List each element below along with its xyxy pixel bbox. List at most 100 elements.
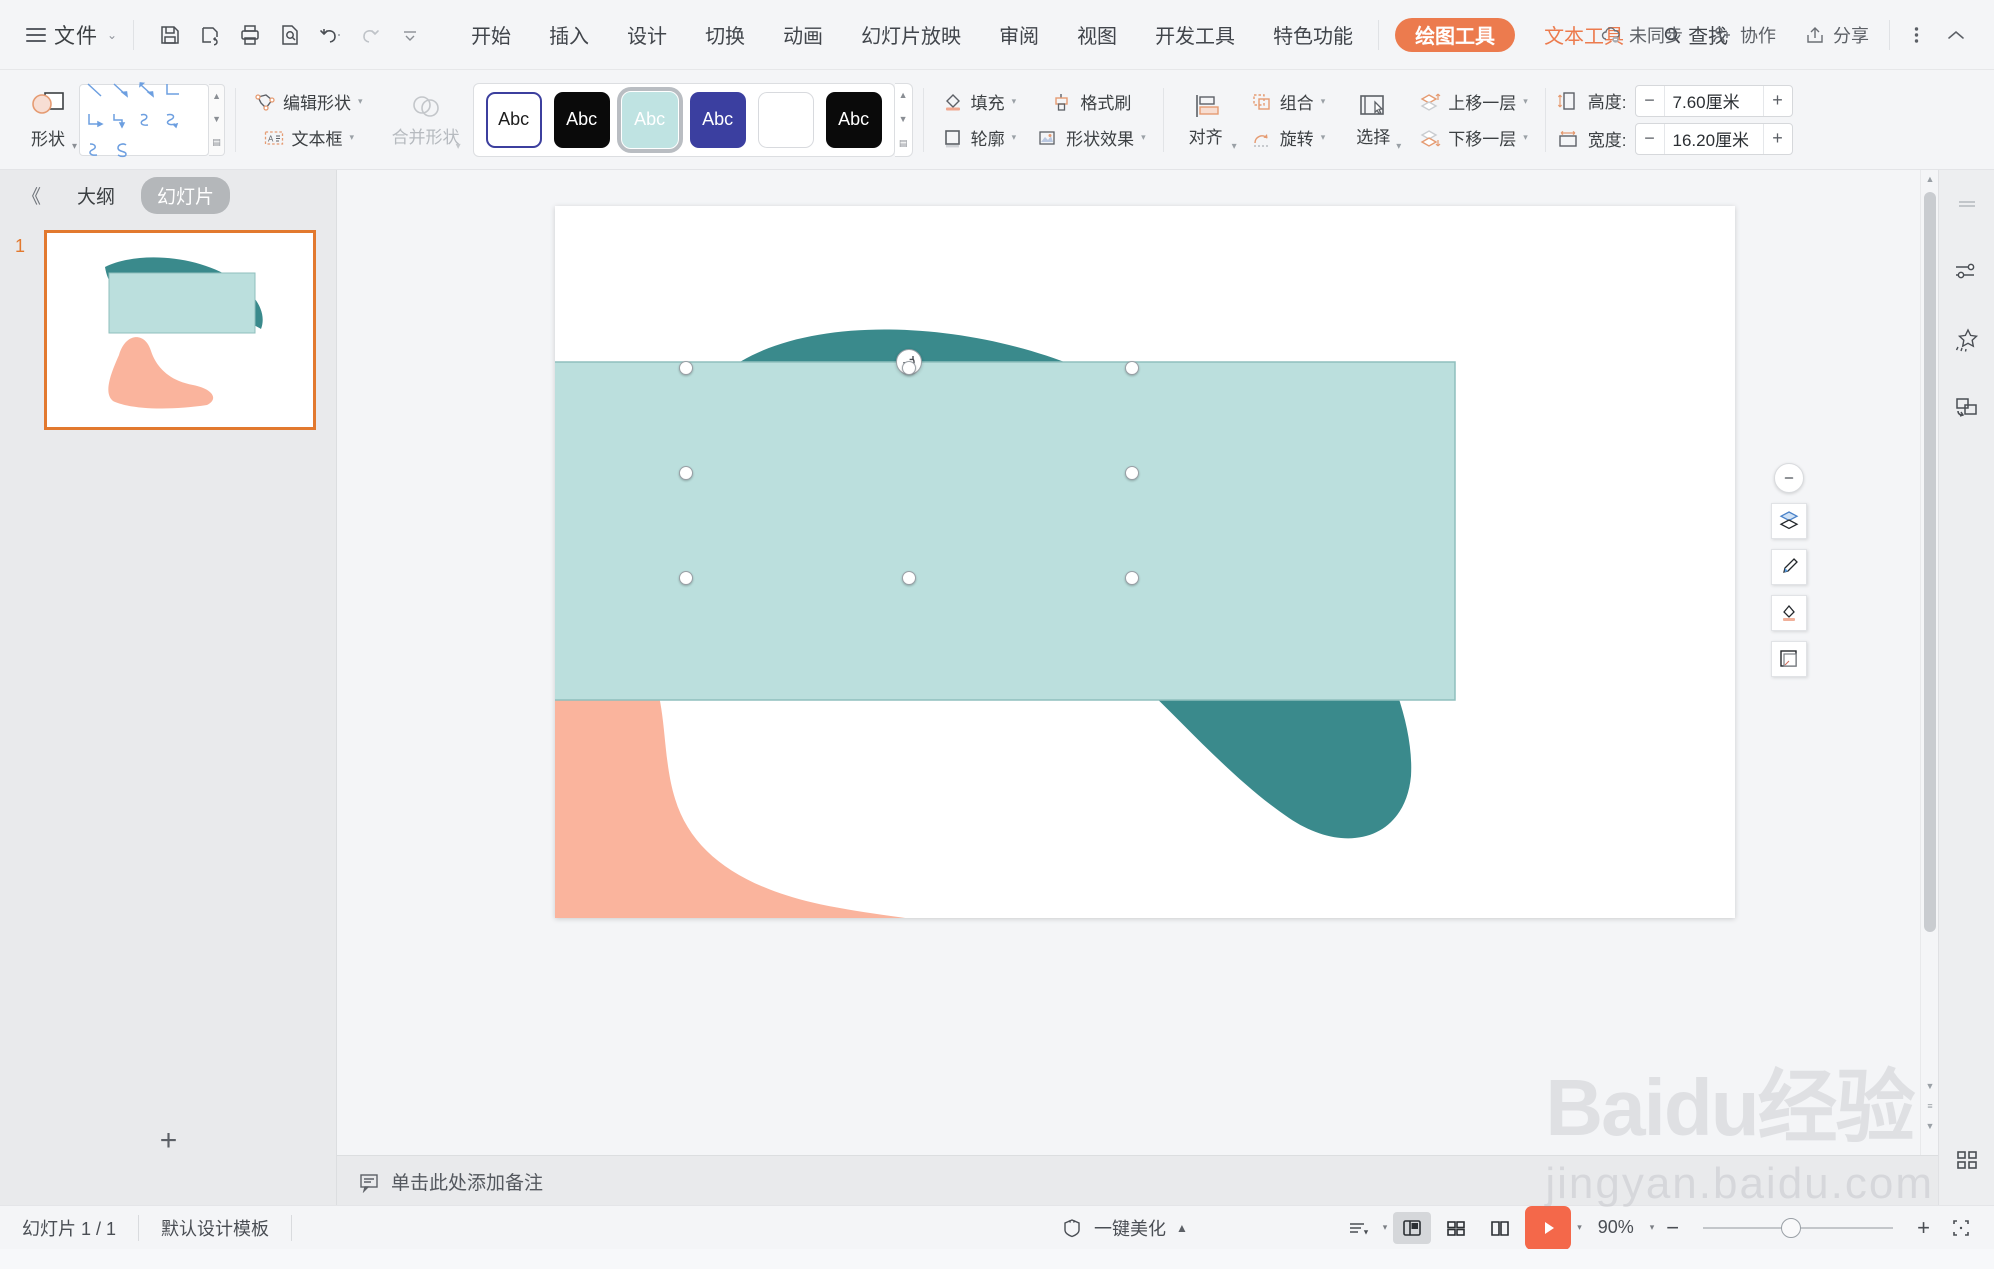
view-normal-button[interactable] bbox=[1393, 1211, 1432, 1244]
align-button[interactable]: 对齐 bbox=[1174, 87, 1238, 152]
shape-line-arrow[interactable] bbox=[108, 75, 134, 105]
scroll-page-down-icon[interactable]: ≡ bbox=[1921, 1097, 1939, 1115]
sync-status-button[interactable]: 未同步 bbox=[1586, 22, 1697, 48]
height-value[interactable]: 7.60厘米 bbox=[1663, 85, 1764, 116]
edit-shape-button[interactable]: 编辑形状 ▾ bbox=[246, 87, 370, 117]
line-shapes-gallery[interactable] bbox=[79, 81, 210, 157]
shape-style-5[interactable]: Abc bbox=[825, 91, 882, 148]
view-list-button[interactable] bbox=[1339, 1212, 1377, 1244]
rail-replace-image[interactable] bbox=[1947, 388, 1987, 428]
tab-developer[interactable]: 开发工具 bbox=[1136, 0, 1254, 69]
shape-style-0[interactable]: Abc bbox=[485, 91, 542, 148]
style-brush-button[interactable] bbox=[1771, 549, 1807, 585]
shape-style-1[interactable]: Abc bbox=[553, 91, 610, 148]
slide-thumbnail-item[interactable]: 1 bbox=[15, 230, 324, 430]
scroll-up-icon[interactable]: ▲ bbox=[899, 91, 908, 100]
shape-style-2[interactable]: Abc bbox=[616, 86, 683, 153]
gallery-expand-icon[interactable]: ▤ bbox=[899, 139, 908, 148]
canvas-vertical-scrollbar[interactable]: ▲ ▼ ≡ ▼ bbox=[1920, 170, 1938, 1155]
shape-button[interactable]: 形状 bbox=[16, 85, 80, 154]
group-button[interactable]: 组合 ▾ bbox=[1243, 87, 1333, 117]
design-template-label[interactable]: 默认设计模板 bbox=[139, 1215, 291, 1241]
shape-elbow-arrow[interactable] bbox=[82, 105, 108, 135]
view-reading-button[interactable] bbox=[1481, 1212, 1519, 1244]
scroll-down-icon[interactable]: ▼ bbox=[212, 114, 221, 124]
shape-curve-s[interactable] bbox=[108, 135, 134, 165]
line-gallery-scrollbar[interactable]: ▲ ▼ ▤ bbox=[209, 83, 226, 156]
chevron-down-icon[interactable]: ▾ bbox=[1141, 132, 1146, 143]
chevron-up-icon[interactable]: ▲ bbox=[1176, 1221, 1188, 1235]
rotate-button[interactable]: 旋转 ▾ bbox=[1243, 123, 1333, 153]
customize-toolbar-icon[interactable] bbox=[390, 15, 430, 55]
collapse-panel-button[interactable]: 《 bbox=[12, 182, 51, 209]
tab-drawing-tools[interactable]: 绘图工具 bbox=[1395, 17, 1516, 52]
slide-editing-surface[interactable] bbox=[555, 206, 1735, 918]
shape-line-double-arrow[interactable] bbox=[134, 75, 160, 105]
outline-button[interactable]: 轮廓 ▾ bbox=[934, 123, 1024, 153]
share-button[interactable]: 分享 bbox=[1790, 22, 1883, 48]
chevron-down-icon[interactable]: ▾ bbox=[1523, 96, 1528, 107]
size-position-button[interactable] bbox=[1771, 641, 1807, 677]
tab-special-features[interactable]: 特色功能 bbox=[1254, 0, 1372, 69]
tab-slideshow[interactable]: 幻灯片放映 bbox=[842, 0, 980, 69]
redo-icon[interactable] bbox=[350, 15, 390, 55]
text-box-button[interactable]: A 文本框 ▾ bbox=[255, 123, 362, 153]
bring-forward-button[interactable]: 上移一层 ▾ bbox=[1411, 87, 1535, 117]
chevron-up-icon[interactable] bbox=[1936, 15, 1976, 55]
rail-beautify[interactable] bbox=[1947, 320, 1987, 360]
save-as-icon[interactable] bbox=[190, 15, 230, 55]
print-icon[interactable] bbox=[230, 15, 270, 55]
shape-style-3[interactable]: Abc bbox=[689, 91, 746, 148]
tab-design[interactable]: 设计 bbox=[608, 0, 686, 69]
shape-elbow-connector[interactable] bbox=[160, 75, 186, 105]
scroll-thumb[interactable] bbox=[1924, 192, 1936, 932]
chevron-down-icon[interactable]: ▾ bbox=[1650, 1222, 1655, 1233]
shape-curve-2[interactable] bbox=[160, 105, 186, 135]
width-spinner[interactable]: − 16.20厘米 + bbox=[1634, 122, 1793, 155]
height-spinner[interactable]: − 7.60厘米 + bbox=[1634, 84, 1793, 117]
chevron-down-icon[interactable]: ▾ bbox=[1012, 132, 1017, 143]
zoom-level-label[interactable]: 90% bbox=[1588, 1217, 1644, 1238]
shape-style-gallery-scrollbar[interactable]: ▲ ▼ ▤ bbox=[894, 82, 913, 157]
more-vertical-icon[interactable] bbox=[1896, 15, 1936, 55]
zoom-slider[interactable] bbox=[1703, 1217, 1894, 1238]
fill-button[interactable]: 填充 ▾ bbox=[934, 87, 1024, 117]
rail-drag-handle[interactable] bbox=[1947, 184, 1987, 224]
tab-start[interactable]: 开始 bbox=[452, 0, 530, 69]
tab-view[interactable]: 视图 bbox=[1058, 0, 1136, 69]
collaborate-button[interactable]: 协作 bbox=[1697, 22, 1790, 48]
chevron-down-icon[interactable]: ▾ bbox=[350, 132, 355, 143]
zoom-out-button[interactable]: − bbox=[1660, 1215, 1685, 1241]
chevron-down-icon[interactable]: ▾ bbox=[1523, 132, 1528, 143]
chevron-down-icon[interactable]: ▾ bbox=[1321, 96, 1326, 107]
minimize-toolbar-button[interactable] bbox=[1774, 463, 1804, 493]
view-sorter-button[interactable] bbox=[1437, 1212, 1475, 1244]
tab-transition[interactable]: 切换 bbox=[686, 0, 764, 69]
save-icon[interactable] bbox=[150, 15, 190, 55]
shape-curve-3[interactable] bbox=[82, 135, 108, 165]
chevron-down-icon[interactable]: ▾ bbox=[1012, 96, 1017, 107]
notes-pane[interactable]: 单击此处添加备注 bbox=[337, 1155, 1938, 1207]
chevron-down-icon[interactable]: ▾ bbox=[1396, 141, 1401, 152]
chevron-down-icon[interactable]: ▾ bbox=[1321, 132, 1326, 143]
rail-properties[interactable] bbox=[1947, 252, 1987, 292]
shape-elbow-down[interactable] bbox=[108, 105, 134, 135]
shape-curve-1[interactable] bbox=[134, 105, 160, 135]
fit-to-screen-button[interactable] bbox=[1942, 1212, 1980, 1244]
shape-effects-button[interactable]: 形状效果 ▾ bbox=[1029, 123, 1153, 153]
add-slide-button[interactable]: + bbox=[0, 1124, 337, 1158]
shape-style-gallery[interactable]: Abc Abc Abc Abc Abc bbox=[472, 82, 895, 157]
layer-order-button[interactable] bbox=[1771, 503, 1807, 539]
gallery-expand-icon[interactable]: ▤ bbox=[212, 138, 221, 147]
format-painter-button[interactable]: 格式刷 bbox=[1043, 87, 1138, 117]
tab-animation[interactable]: 动画 bbox=[764, 0, 842, 69]
tab-outline[interactable]: 大纲 bbox=[61, 177, 131, 214]
chevron-down-icon[interactable]: ▾ bbox=[358, 96, 363, 107]
height-decrease-button[interactable]: − bbox=[1636, 90, 1664, 111]
tab-insert[interactable]: 插入 bbox=[530, 0, 608, 69]
hamburger-menu-icon[interactable] bbox=[26, 27, 46, 42]
tab-review[interactable]: 审阅 bbox=[980, 0, 1058, 69]
chevron-down-icon[interactable]: ⌄ bbox=[107, 28, 117, 42]
chevron-down-icon[interactable]: ▾ bbox=[1232, 141, 1237, 152]
chevron-down-icon[interactable]: ▾ bbox=[1577, 1222, 1582, 1233]
